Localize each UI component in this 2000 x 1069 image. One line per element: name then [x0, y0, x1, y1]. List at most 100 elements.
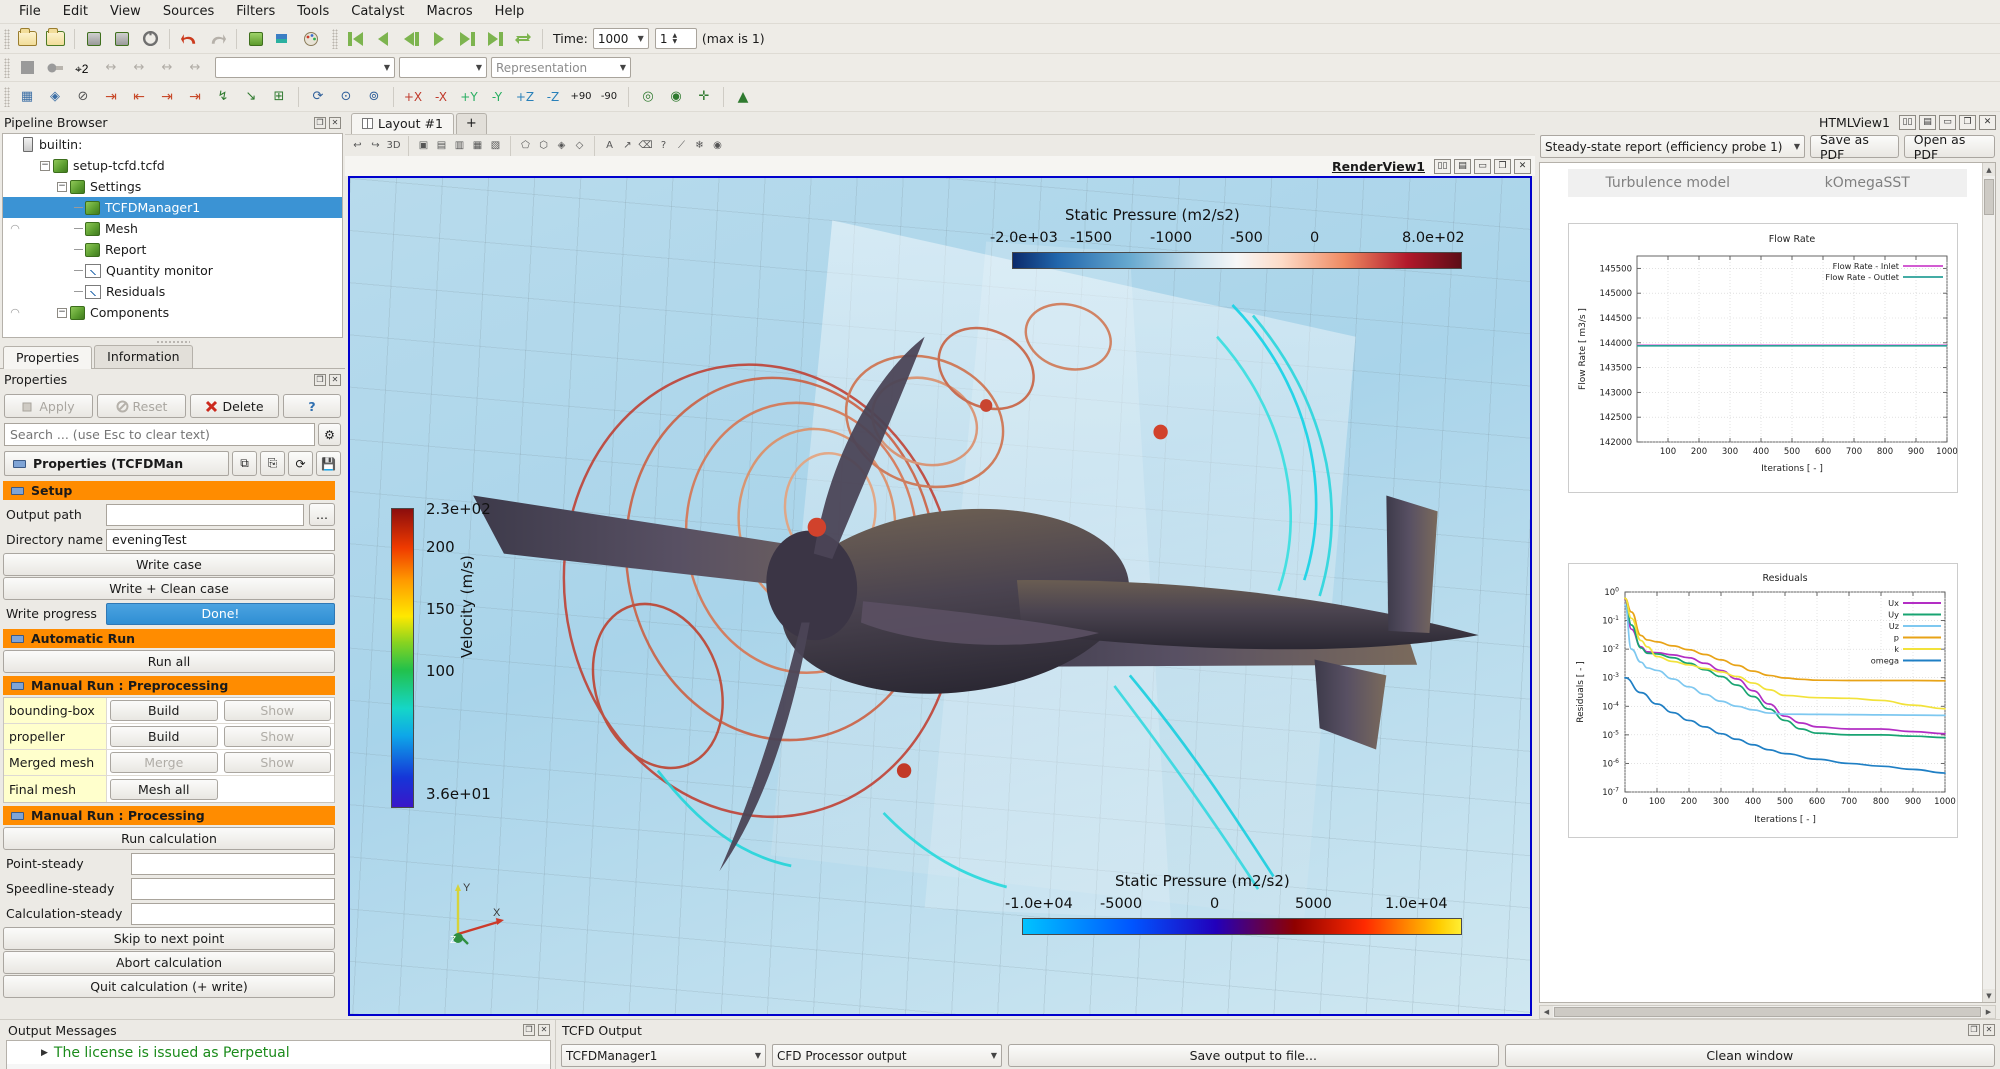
pipeline-item-settings[interactable]: − Settings [3, 176, 342, 197]
restore-defaults-icon[interactable]: ⟳ [288, 451, 313, 476]
tcfd-source-combo[interactable]: CFD Processor output ▼ [772, 1044, 1002, 1067]
save-defaults-icon[interactable]: 💾 [316, 451, 341, 476]
close-view-icon[interactable]: ✕ [1979, 114, 1996, 130]
preprocessing-action-button[interactable]: Build [110, 700, 218, 721]
select-block-icon[interactable]: ▧ [487, 137, 504, 154]
toolbar-grip[interactable] [4, 28, 10, 49]
menu-item-macros[interactable]: Macros [416, 1, 484, 22]
scroll-thumb-h[interactable] [1554, 1007, 1981, 1017]
scroll-left-icon[interactable]: ◀ [1540, 1006, 1553, 1018]
write-clean-case-button[interactable]: Write + Clean case [3, 577, 335, 600]
polygon-select-points-icon[interactable]: ⬡ [535, 137, 552, 154]
clip-icon[interactable]: ⊘ [70, 84, 96, 109]
scroll-down-icon[interactable]: ▼ [1983, 989, 1995, 1002]
save-state-icon[interactable] [137, 26, 163, 51]
output-message-row[interactable]: ▶ The license is issued as Perpetual [7, 1041, 550, 1064]
open-recent-icon[interactable] [42, 26, 68, 51]
layout-tab[interactable]: Layout #1 [351, 113, 454, 134]
preprocessing-show-button[interactable]: Show [223, 752, 331, 773]
collapse-icon[interactable] [11, 811, 24, 820]
save-as-pdf-button[interactable]: Save as PDF [1810, 132, 1899, 162]
menu-item-edit[interactable]: Edit [52, 1, 99, 22]
open-file-icon[interactable] [14, 26, 40, 51]
html-horizontal-scrollbar[interactable]: ◀ ▶ [1539, 1005, 1996, 1019]
zoom-closest-icon[interactable]: ⊚ [361, 84, 387, 109]
interactive-select-points-icon[interactable]: ◇ [571, 137, 588, 154]
glyph-icon[interactable]: ⇥ [182, 84, 208, 109]
reset-button[interactable]: Reset [97, 394, 186, 418]
stream-tracer-icon[interactable]: ↯ [210, 84, 236, 109]
rescale-time-icon[interactable]: ↔ [126, 55, 152, 80]
preprocessing-action-button[interactable]: Mesh all [110, 778, 218, 800]
camera-plus-y-icon[interactable]: +Y [456, 84, 482, 109]
advanced-properties-icon[interactable]: ⚙ [318, 423, 341, 446]
open-as-pdf-button[interactable]: Open as PDF [1903, 132, 1995, 162]
left-splitter[interactable] [0, 338, 345, 345]
properties-float-icon[interactable]: ❐ [314, 373, 326, 386]
contour-icon[interactable]: ◈ [42, 84, 68, 109]
play-back-icon[interactable] [398, 26, 424, 51]
camera-minus-z-icon[interactable]: -Z [540, 84, 566, 109]
pick-center-icon[interactable]: ✛ [691, 84, 717, 109]
redo-icon[interactable] [204, 26, 230, 51]
rotate-90-minus-icon[interactable]: -90 [596, 84, 622, 109]
show-orientation-axes-icon[interactable]: ◉ [663, 84, 689, 109]
rotate-90-plus-icon[interactable]: +90 [568, 84, 594, 109]
rescale-data-icon[interactable]: ↔ [98, 55, 124, 80]
camera-plus-z-icon[interactable]: +Z [512, 84, 538, 109]
split-vertical-icon[interactable]: ▤ [1919, 114, 1936, 130]
freeze-selection-icon[interactable]: ❄ [691, 137, 708, 154]
scroll-up-icon[interactable]: ▲ [1983, 163, 1995, 176]
properties-group-header[interactable]: Properties (TCFDMan [4, 451, 229, 476]
first-frame-icon[interactable] [342, 26, 368, 51]
pipeline-browser[interactable]: builtin: − setup-tcfd.tcfd − Settings TCFDMan… [2, 133, 343, 338]
pipeline-item-builtin-[interactable]: builtin: [3, 134, 342, 155]
tcfd-manager-combo[interactable]: TCFDManager1 ▼ [561, 1044, 766, 1067]
maximize-view-icon[interactable]: ▭ [1474, 158, 1491, 174]
spinner-arrows-icon[interactable]: ▲ ▼ [672, 32, 677, 45]
run-calculation-button[interactable]: Run calculation [3, 827, 335, 850]
clean-window-button[interactable]: Clean window [1504, 1044, 1995, 1067]
pipeline-item-mesh[interactable]: ◠ Mesh [3, 218, 342, 239]
section-setup[interactable]: Setup [3, 481, 335, 500]
clear-selection-icon[interactable]: ⌫ [637, 137, 654, 154]
tree-expander-icon[interactable]: − [57, 307, 67, 318]
directory-name-input[interactable]: eveningTest [106, 528, 335, 551]
split-horizontal-icon[interactable]: ▯▯ [1434, 158, 1451, 174]
add-layout-tab-button[interactable]: + [455, 113, 487, 134]
edit-color-map-icon[interactable] [299, 26, 325, 51]
split-horizontal-icon[interactable]: ▯▯ [1899, 114, 1916, 130]
delete-button[interactable]: Delete [190, 394, 279, 418]
group-datasets-icon[interactable]: ⊞ [266, 84, 292, 109]
rescale-visible-icon[interactable]: ↔ [154, 55, 180, 80]
last-frame-icon[interactable] [482, 26, 508, 51]
interaction-mode-3d-icon[interactable]: 3D [385, 137, 402, 154]
html-vertical-scrollbar[interactable]: ▲ ▼ [1982, 163, 1995, 1002]
preprocessing-action-button[interactable]: Merge [110, 752, 218, 773]
collapse-icon[interactable] [13, 459, 26, 468]
threshold-icon[interactable]: ⇤ [126, 84, 152, 109]
menu-item-view[interactable]: View [99, 1, 152, 22]
search-input[interactable] [4, 423, 315, 446]
html-report-document[interactable]: Turbulence model kOmegaSST Flow Rate 1420… [1539, 162, 1996, 1003]
collapse-icon[interactable] [11, 681, 24, 690]
run-all-button[interactable]: Run all [3, 650, 335, 673]
color-legend-icon[interactable] [271, 26, 297, 51]
collapse-icon[interactable] [11, 634, 24, 643]
solid-color-icon[interactable] [14, 55, 40, 80]
select-points-through-icon[interactable]: ▦ [469, 137, 486, 154]
next-frame-icon[interactable] [454, 26, 480, 51]
pipeline-close-icon[interactable]: ✕ [329, 116, 341, 129]
copy-properties-icon[interactable]: ⧉ [232, 451, 257, 476]
preprocessing-show-button[interactable]: Show [223, 700, 331, 721]
toggle-legend-icon[interactable]: ↔ [182, 55, 208, 80]
prev-frame-icon[interactable] [370, 26, 396, 51]
pipeline-item-quantity-monitor[interactable]: Quantity monitor [3, 260, 342, 281]
preprocessing-action-button[interactable]: Build [110, 726, 218, 747]
browse-output-path-button[interactable]: … [309, 503, 335, 526]
loop-icon[interactable] [510, 26, 536, 51]
tcfd-close-icon[interactable]: ✕ [1983, 1024, 1995, 1036]
undock-view-icon[interactable]: ❐ [1959, 114, 1976, 130]
extract-selection-icon[interactable]: ◉ [709, 137, 726, 154]
undo-icon[interactable] [176, 26, 202, 51]
